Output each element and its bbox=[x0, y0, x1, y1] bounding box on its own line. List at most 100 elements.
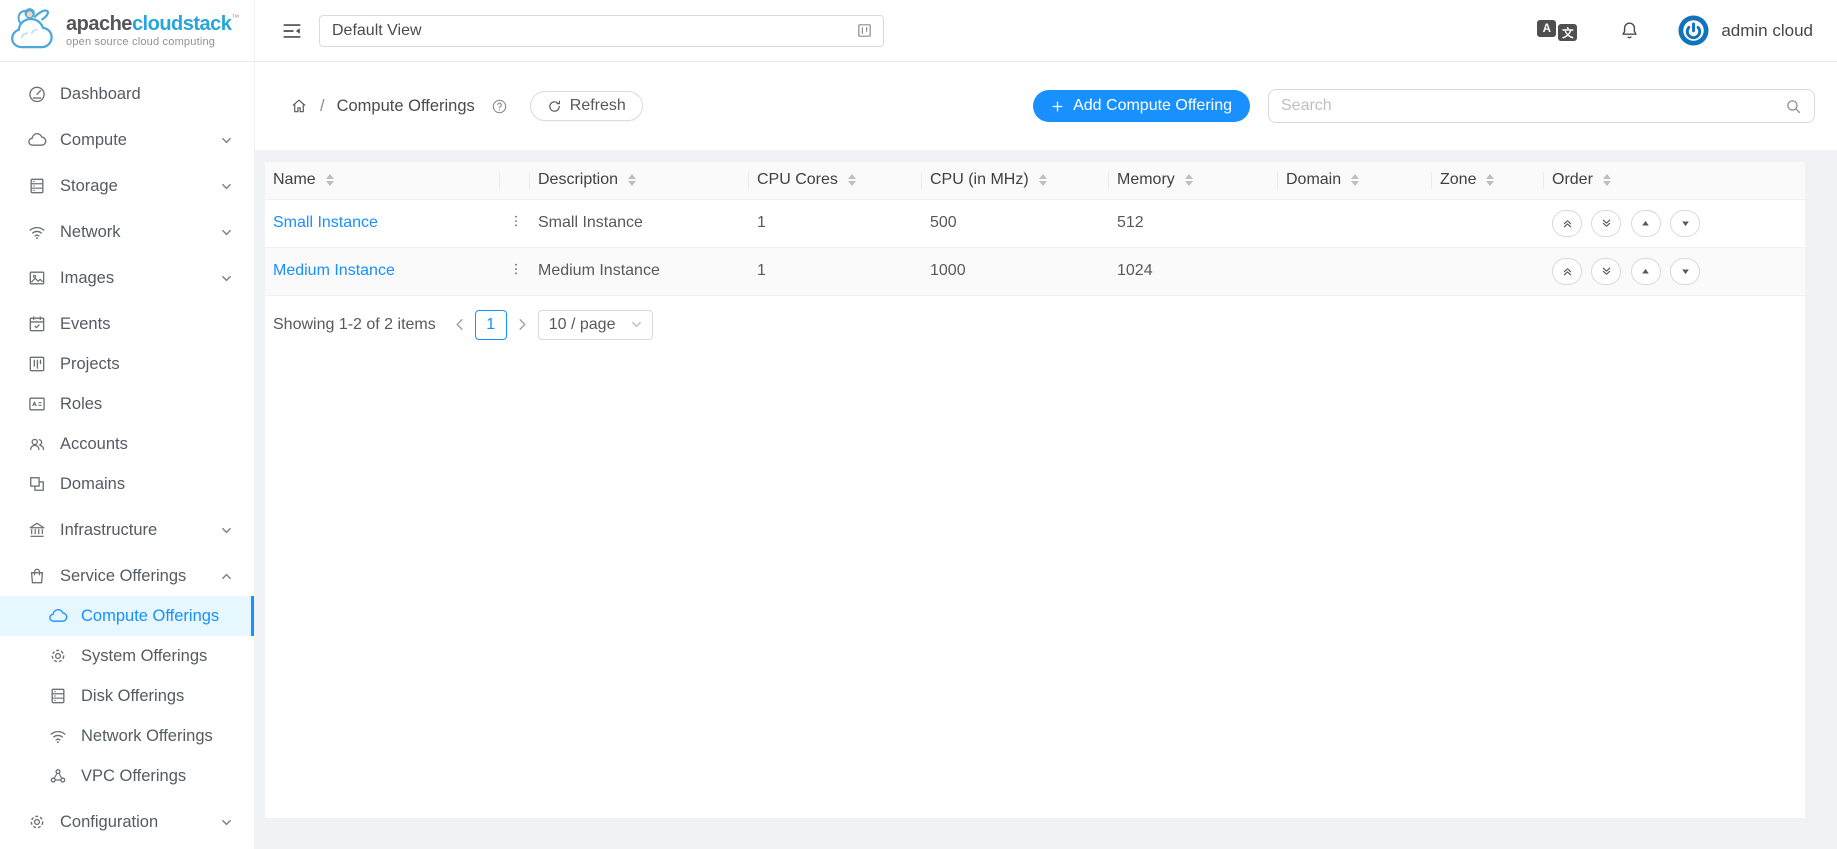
page-title: Compute Offerings bbox=[337, 97, 475, 116]
sidebar-item-domains[interactable]: Domains bbox=[0, 464, 254, 504]
translation-icon[interactable]: A 文 bbox=[1537, 20, 1577, 41]
sidebar-item-compute[interactable]: Compute bbox=[0, 120, 254, 160]
page-size-select[interactable]: 10 / page bbox=[538, 310, 654, 340]
sidebar-item-label: Projects bbox=[60, 355, 120, 374]
add-button-label: Add Compute Offering bbox=[1073, 97, 1232, 115]
gear-icon bbox=[48, 646, 68, 666]
move-up-button[interactable] bbox=[1631, 210, 1661, 237]
sorter-icon[interactable] bbox=[848, 174, 856, 186]
sidebar-item-label: Events bbox=[60, 315, 110, 334]
offering-name-link[interactable]: Small Instance bbox=[273, 214, 378, 231]
view-selector[interactable] bbox=[319, 15, 884, 47]
sidebar-item-system-offerings[interactable]: System Offerings bbox=[0, 636, 254, 676]
move-to-bottom-button[interactable] bbox=[1591, 258, 1621, 285]
move-to-top-button[interactable] bbox=[1552, 258, 1582, 285]
sidebar-item-storage[interactable]: Storage bbox=[0, 166, 254, 206]
quickview-ellipsis-icon[interactable] bbox=[508, 213, 524, 229]
sorter-icon[interactable] bbox=[628, 174, 636, 186]
sidebar-item-label: System Offerings bbox=[81, 647, 207, 666]
chevron-down-icon bbox=[631, 319, 642, 330]
move-up-button[interactable] bbox=[1631, 258, 1661, 285]
view-selector-input[interactable] bbox=[332, 22, 856, 40]
sidebar-item-images[interactable]: Images bbox=[0, 258, 254, 298]
sorter-icon[interactable] bbox=[1039, 174, 1047, 186]
offering-name-link[interactable]: Medium Instance bbox=[273, 262, 395, 279]
logo-wordmark: apachecloudstack™ open source cloud comp… bbox=[66, 14, 239, 48]
sidebar-item-disk-offerings[interactable]: Disk Offerings bbox=[0, 676, 254, 716]
project-icon[interactable] bbox=[856, 22, 873, 39]
cell-description: Small Instance bbox=[530, 199, 749, 247]
column-header-order[interactable]: Order bbox=[1544, 162, 1805, 199]
chevron-down-icon bbox=[221, 525, 232, 536]
logo-tagline: open source cloud computing bbox=[66, 37, 239, 48]
logo[interactable]: apachecloudstack™ open source cloud comp… bbox=[0, 0, 254, 62]
cluster-icon bbox=[48, 766, 68, 786]
search-input[interactable] bbox=[1281, 97, 1785, 115]
database-icon bbox=[48, 686, 68, 706]
previous-page-icon[interactable] bbox=[453, 318, 466, 331]
team-icon bbox=[27, 434, 47, 454]
column-header-cpu-mhz[interactable]: CPU (in MHz) bbox=[922, 162, 1109, 199]
cell-memory: 1024 bbox=[1109, 247, 1278, 295]
sidebar-item-projects[interactable]: Projects bbox=[0, 344, 254, 384]
list-card: Name Description CPU Cores CPU (in MHz) … bbox=[265, 162, 1805, 818]
quickview-ellipsis-icon[interactable] bbox=[508, 261, 524, 277]
search-icon[interactable] bbox=[1785, 98, 1802, 115]
add-compute-offering-button[interactable]: Add Compute Offering bbox=[1033, 90, 1250, 122]
sorter-icon[interactable] bbox=[1351, 174, 1359, 186]
username[interactable]: admin cloud bbox=[1721, 21, 1813, 41]
column-header-description[interactable]: Description bbox=[530, 162, 749, 199]
sidebar-item-label: Images bbox=[60, 269, 114, 288]
refresh-icon bbox=[547, 99, 562, 114]
search-box bbox=[1268, 89, 1815, 123]
sidebar-item-accounts[interactable]: Accounts bbox=[0, 424, 254, 464]
sidebar-item-roles[interactable]: Roles bbox=[0, 384, 254, 424]
sidebar-item-dashboard[interactable]: Dashboard bbox=[0, 74, 254, 114]
refresh-button[interactable]: Refresh bbox=[530, 91, 643, 121]
sidebar-item-label: Storage bbox=[60, 177, 118, 196]
user-avatar[interactable] bbox=[1678, 15, 1709, 46]
logo-text-cloudstack: cloudstack bbox=[132, 13, 231, 35]
calendar-check-icon bbox=[27, 314, 47, 334]
sorter-icon[interactable] bbox=[1486, 174, 1494, 186]
wifi-icon bbox=[27, 222, 47, 242]
sidebar: apachecloudstack™ open source cloud comp… bbox=[0, 0, 255, 849]
cloud-icon bbox=[27, 130, 47, 150]
table-header-row: Name Description CPU Cores CPU (in MHz) … bbox=[265, 162, 1805, 199]
move-down-button[interactable] bbox=[1670, 258, 1700, 285]
sidebar-item-network[interactable]: Network bbox=[0, 212, 254, 252]
column-header-cpu-cores[interactable]: CPU Cores bbox=[749, 162, 922, 199]
sidebar-item-events[interactable]: Events bbox=[0, 304, 254, 344]
sidebar-item-vpc-offerings[interactable]: VPC Offerings bbox=[0, 756, 254, 796]
bank-icon bbox=[27, 520, 47, 540]
block-icon bbox=[27, 474, 47, 494]
sidebar-item-network-offerings[interactable]: Network Offerings bbox=[0, 716, 254, 756]
cell-cpu-mhz: 1000 bbox=[922, 247, 1109, 295]
sidebar-item-infrastructure[interactable]: Infrastructure bbox=[0, 510, 254, 550]
sidebar-item-configuration[interactable]: Configuration bbox=[0, 802, 254, 842]
lang-letter-a: A bbox=[1537, 20, 1556, 37]
home-icon[interactable] bbox=[290, 97, 308, 115]
help-circle-icon[interactable] bbox=[491, 98, 508, 115]
column-header-zone[interactable]: Zone bbox=[1432, 162, 1544, 199]
compute-offerings-table: Name Description CPU Cores CPU (in MHz) … bbox=[265, 162, 1805, 296]
column-header-domain[interactable]: Domain bbox=[1278, 162, 1432, 199]
sorter-icon[interactable] bbox=[1185, 174, 1193, 186]
notification-bell-icon[interactable] bbox=[1619, 20, 1640, 41]
current-page-button[interactable]: 1 bbox=[475, 310, 507, 340]
menu-fold-icon[interactable] bbox=[281, 20, 303, 42]
move-to-top-button[interactable] bbox=[1552, 210, 1582, 237]
breadcrumb: / Compute Offerings bbox=[290, 97, 508, 116]
next-page-icon[interactable] bbox=[516, 318, 529, 331]
move-to-bottom-button[interactable] bbox=[1591, 210, 1621, 237]
column-header-memory[interactable]: Memory bbox=[1109, 162, 1278, 199]
sidebar-item-compute-offerings[interactable]: Compute Offerings bbox=[0, 596, 254, 636]
shopping-bag-icon bbox=[27, 566, 47, 586]
cell-domain bbox=[1278, 247, 1432, 295]
sorter-icon[interactable] bbox=[326, 174, 334, 186]
move-down-button[interactable] bbox=[1670, 210, 1700, 237]
column-header-name[interactable]: Name bbox=[265, 162, 500, 199]
sidebar-item-service-offerings[interactable]: Service Offerings bbox=[0, 556, 254, 596]
plus-icon bbox=[1051, 100, 1064, 113]
sorter-icon[interactable] bbox=[1603, 174, 1611, 186]
